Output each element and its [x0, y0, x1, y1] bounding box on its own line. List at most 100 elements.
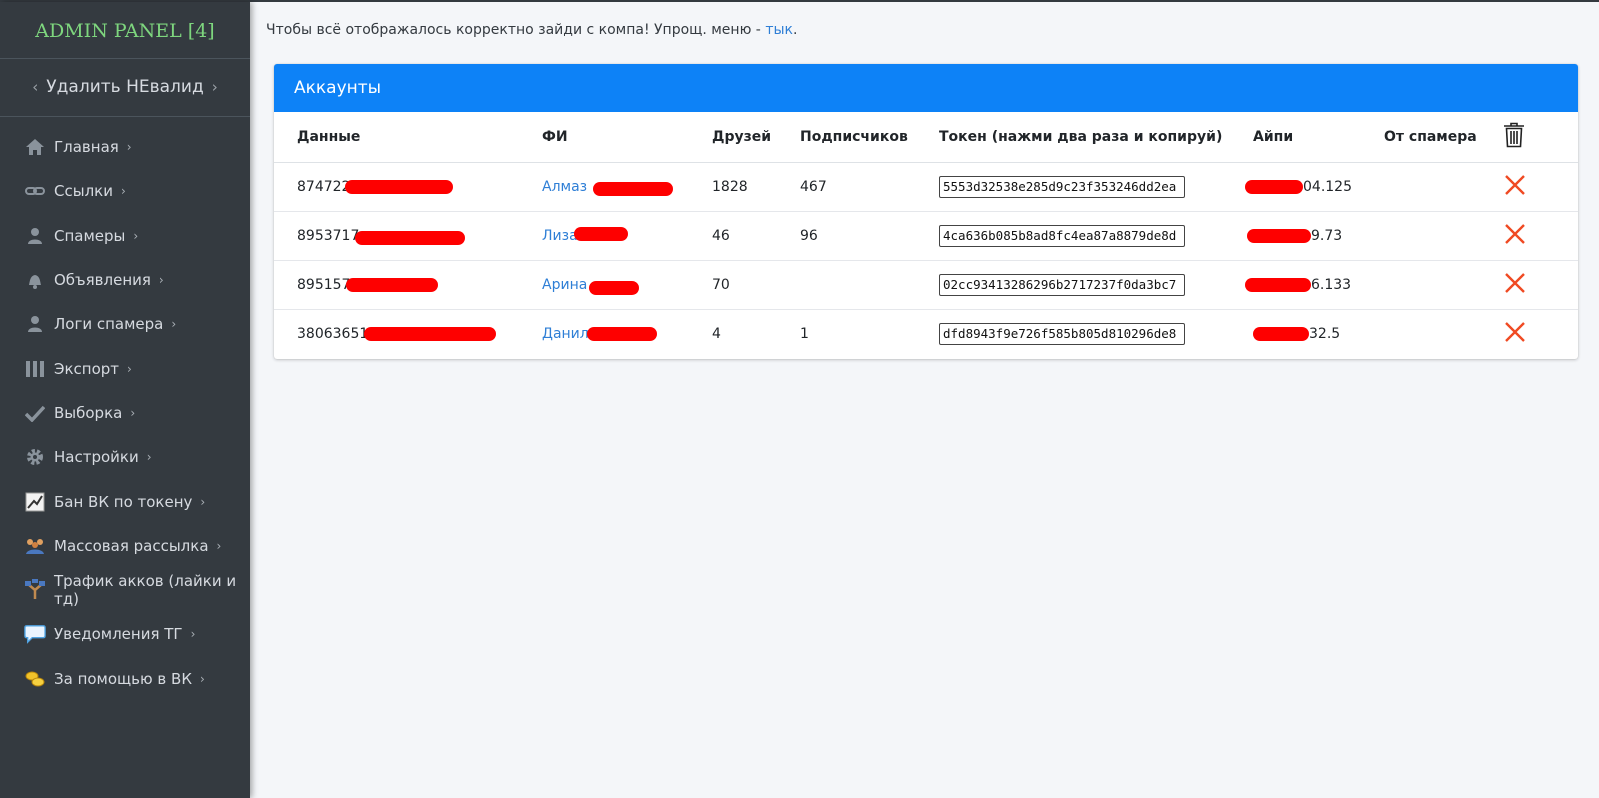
- chevron-right-icon: ›: [200, 494, 206, 509]
- from-spammer: [1384, 310, 1503, 359]
- account-name: Алмаз: [542, 162, 712, 212]
- redaction-mark: [346, 278, 439, 292]
- sidebar-item-label: Выборка: [54, 403, 123, 422]
- chevron-right-icon: ›: [216, 538, 222, 553]
- trash-icon[interactable]: [1503, 122, 1525, 148]
- chevron-right-icon: ›: [158, 273, 164, 288]
- redaction-mark: [586, 327, 657, 341]
- gear-icon: [24, 447, 46, 467]
- main-content: Чтобы всё отображалось корректно зайди с…: [250, 2, 1599, 798]
- close-icon[interactable]: [1503, 320, 1527, 344]
- account-data: 38063651: [297, 310, 542, 359]
- close-icon[interactable]: [1503, 271, 1527, 295]
- account-data: 8953717: [297, 211, 542, 261]
- sidebar-item-ads[interactable]: Объявления ›: [0, 258, 250, 302]
- ip-address: 32.5: [1253, 310, 1384, 359]
- column-header: Подписчиков: [800, 112, 939, 163]
- subscribers-count: 96: [800, 211, 939, 261]
- user-icon: [24, 314, 46, 334]
- token-field[interactable]: dfd8943f9e726f585b805d810296de8: [939, 323, 1185, 345]
- delete-row-button[interactable]: [1503, 310, 1578, 359]
- sidebar-item-spammer-logs[interactable]: Логи спамера ›: [0, 302, 250, 346]
- users-icon: [24, 536, 46, 556]
- sidebar-item-vk-ban[interactable]: Бан ВК по токену ›: [0, 479, 250, 523]
- account-data: 874722: [297, 162, 542, 212]
- coins-icon: [24, 669, 46, 689]
- redaction-mark: [345, 180, 454, 194]
- account-name-link[interactable]: Лиза: [542, 228, 578, 244]
- sidebar-item-export[interactable]: Экспорт ›: [0, 346, 250, 390]
- chart-icon: [24, 492, 46, 512]
- account-data-value: 895157: [297, 277, 351, 293]
- account-data-value: 38063651: [297, 326, 369, 342]
- user-icon: [24, 226, 46, 246]
- chevron-right-icon: ›: [190, 627, 196, 642]
- accounts-card: Аккаунты Данные ФИ Друзей Подписчиков То…: [274, 64, 1578, 359]
- delete-invalid-button[interactable]: ‹ Удалить НЕвалид ›: [0, 59, 250, 117]
- ip-value: 6.133: [1311, 277, 1352, 293]
- redaction-mark: [1245, 278, 1311, 292]
- sidebar-item-home[interactable]: Главная ›: [0, 125, 250, 169]
- sidebar-item-label: Ссылки: [54, 182, 113, 201]
- sidebar-item-label: Массовая рассылка: [54, 536, 209, 555]
- close-icon[interactable]: [1503, 173, 1527, 197]
- account-name-link[interactable]: Арина: [542, 277, 587, 293]
- chevron-right-icon: ›: [133, 228, 139, 243]
- table-row: 895157 Арина 70 02cc93413286296b2717237f…: [274, 260, 1578, 310]
- sidebar-item-vk-help[interactable]: За помощью в ВК ›: [0, 657, 250, 701]
- sidebar-item-traffic[interactable]: Трафик акков (лайки и тд): [0, 568, 250, 612]
- chevron-left-icon: ‹: [32, 78, 39, 96]
- ip-address: 9.73: [1247, 211, 1384, 261]
- card-title: Аккаунты: [274, 64, 1578, 112]
- account-name: Арина: [542, 260, 712, 310]
- friends-count: 4: [712, 326, 721, 342]
- sidebar-item-label: Трафик акков (лайки и тд): [54, 572, 237, 609]
- sidebar-item-tg-notifications[interactable]: Уведомления ТГ ›: [0, 612, 250, 656]
- account-name-link[interactable]: Алмаз: [542, 179, 587, 195]
- chevron-right-icon: ›: [211, 78, 218, 96]
- redaction-mark: [573, 227, 628, 241]
- from-spammer: [1384, 211, 1503, 261]
- link-icon: [24, 181, 46, 201]
- sidebar-item-selection[interactable]: Выборка ›: [0, 391, 250, 435]
- sidebar-item-mass-mailing[interactable]: Массовая рассылка ›: [0, 524, 250, 568]
- table-header-row: Данные ФИ Друзей Подписчиков Токен (нажм…: [274, 112, 1578, 163]
- delete-row-button[interactable]: [1503, 211, 1578, 261]
- sidebar-item-label: Главная: [54, 138, 119, 157]
- delete-invalid-label: Удалить НЕвалид: [46, 77, 204, 97]
- redaction-mark: [1245, 180, 1303, 194]
- sidebar-item-links[interactable]: Ссылки ›: [0, 169, 250, 213]
- sidebar-item-settings[interactable]: Настройки ›: [0, 435, 250, 479]
- sidebar-item-spammers[interactable]: Спамеры ›: [0, 214, 250, 258]
- ip-value: 04.125: [1303, 179, 1352, 195]
- column-header: От спамера: [1384, 112, 1503, 163]
- notice-tail: .: [792, 22, 798, 38]
- redaction-mark: [1247, 229, 1311, 243]
- sidebar-item-label: Экспорт: [54, 359, 120, 378]
- ip-value: 9.73: [1311, 228, 1343, 244]
- chat-icon: [24, 624, 46, 645]
- brand-title[interactable]: ADMIN PANEL [4]: [0, 2, 250, 59]
- redaction-mark: [1253, 327, 1309, 341]
- chevron-right-icon: ›: [130, 405, 136, 420]
- account-name-link[interactable]: Данил: [542, 326, 589, 342]
- chevron-right-icon: ›: [171, 317, 177, 332]
- column-header: Токен (нажми два раза и копируй): [939, 112, 1253, 163]
- delete-row-button[interactable]: [1503, 260, 1578, 310]
- column-header: ФИ: [542, 112, 712, 163]
- simple-menu-link[interactable]: тык: [765, 22, 793, 38]
- token-field[interactable]: 4ca636b085b8ad8fc4ea87a8879de8d: [939, 225, 1185, 247]
- delete-all-button[interactable]: [1503, 112, 1578, 163]
- column-header: Айпи: [1253, 112, 1384, 163]
- notice-message: Чтобы всё отображалось корректно зайди с…: [266, 22, 766, 38]
- network-icon: [24, 579, 46, 600]
- close-icon[interactable]: [1503, 222, 1527, 246]
- token-field[interactable]: 5553d32538e285d9c23f353246dd2ea: [939, 176, 1185, 198]
- delete-row-button[interactable]: [1503, 162, 1578, 212]
- token-field[interactable]: 02cc93413286296b2717237f0da3bc7: [939, 274, 1185, 296]
- sidebar: ADMIN PANEL [4] ‹ Удалить НЕвалид › Главна…: [0, 2, 250, 798]
- sidebar-item-label: Объявления: [54, 271, 151, 290]
- chevron-right-icon: ›: [120, 184, 126, 199]
- account-data-value: 8953717: [297, 228, 360, 244]
- chevron-right-icon: ›: [199, 671, 205, 686]
